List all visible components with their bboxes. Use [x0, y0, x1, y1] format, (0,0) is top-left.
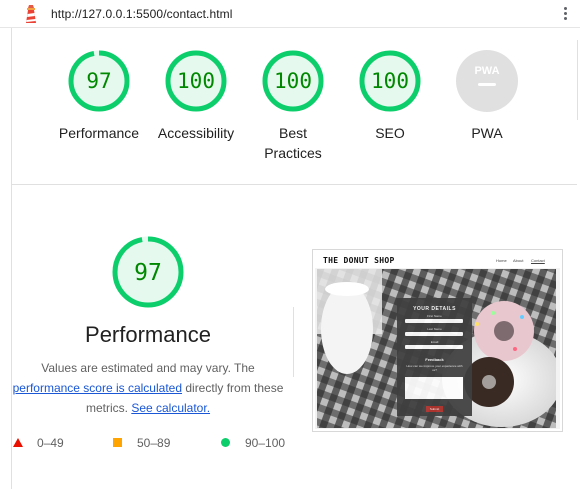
desc-text-1: Values are estimated and may vary. The [41, 361, 255, 375]
circle-icon [221, 438, 230, 447]
shop-title: THE DONUT SHOP [323, 256, 395, 265]
page-screenshot-thumbnail[interactable]: THE DONUT SHOP Home About Contact YOUR D… [312, 249, 563, 432]
shop-header: THE DONUT SHOP Home About Contact [315, 252, 560, 268]
form-textarea [405, 377, 463, 399]
gauge-best-practices-label: Best Practices [264, 125, 322, 161]
shop-nav-about: About [513, 258, 524, 263]
pwa-badge-text: PWA [474, 65, 499, 77]
form-label-last: Last Name [427, 327, 442, 331]
gauge-accessibility-label: Accessibility [157, 125, 235, 141]
gauge-accessibility[interactable]: 100 Accessibility [146, 48, 246, 143]
form-title: YOUR DETAILS [413, 306, 456, 312]
browser-topbar: http://127.0.0.1:5500/contact.html [0, 0, 580, 28]
lighthouse-icon [26, 5, 36, 23]
gauge-seo-score: 100 [371, 69, 409, 93]
gauge-seo-label: SEO [375, 125, 405, 141]
legend-fail-range: 0–49 [37, 436, 64, 450]
score-calculated-link[interactable]: performance score is calculated [13, 381, 182, 395]
gauge-best-practices-ring: 100 [262, 50, 324, 112]
donut-photo: YOUR DETAILS First Name Last Name Email … [317, 269, 556, 428]
kebab-menu-icon[interactable] [560, 5, 570, 23]
legend-average-range: 50–89 [137, 436, 171, 450]
contact-form-card: YOUR DETAILS First Name Last Name Email … [397, 298, 472, 416]
gauge-performance-label: Performance [58, 125, 140, 141]
gauge-pwa-label: PWA [471, 125, 503, 141]
gauge-best-practices-score: 100 [274, 69, 312, 93]
gauge-best-practices[interactable]: 100 Best Practices [243, 48, 343, 163]
page-url[interactable]: http://127.0.0.1:5500/contact.html [51, 7, 233, 21]
form-field [405, 345, 463, 349]
gauge-accessibility-ring: 100 [165, 50, 227, 112]
form-label-improve: How can we improve your experience with … [406, 364, 463, 372]
shop-nav-contact: Contact [531, 258, 545, 263]
form-field [405, 332, 463, 336]
performance-title: Performance [85, 322, 211, 347]
form-label-email: Email [430, 340, 439, 344]
square-icon [113, 438, 122, 447]
triangle-icon [13, 438, 23, 447]
form-label-first: First Name [427, 314, 442, 318]
form-submit-label: Submit [429, 407, 440, 411]
performance-gauge: 97 [112, 236, 184, 308]
gauge-seo[interactable]: 100 SEO [340, 48, 440, 143]
form-submit: Submit [426, 406, 443, 412]
see-calculator-link[interactable]: See calculator. [131, 401, 210, 415]
gauge-pwa[interactable]: PWA PWA [437, 48, 537, 143]
score-gauges: 97 Performance 100 Accessibility 100 Bes… [12, 28, 580, 184]
column-divider [293, 307, 294, 377]
gauge-performance[interactable]: 97 Performance [49, 48, 149, 143]
section-divider [12, 184, 577, 185]
form-field [405, 319, 463, 323]
legend-pass-range: 90–100 [245, 436, 286, 450]
gauge-performance-ring: 97 [68, 50, 130, 112]
performance-score: 97 [134, 260, 162, 286]
pwa-badge-icon: PWA [456, 50, 518, 112]
performance-description: Values are estimated and may vary. The p… [12, 358, 284, 418]
form-label-feedback: Feedback [425, 357, 444, 362]
gauge-performance-score: 97 [86, 69, 111, 93]
gauge-accessibility-score: 100 [177, 69, 215, 93]
gauge-seo-ring: 100 [359, 50, 421, 112]
shop-nav-home: Home [496, 258, 507, 263]
